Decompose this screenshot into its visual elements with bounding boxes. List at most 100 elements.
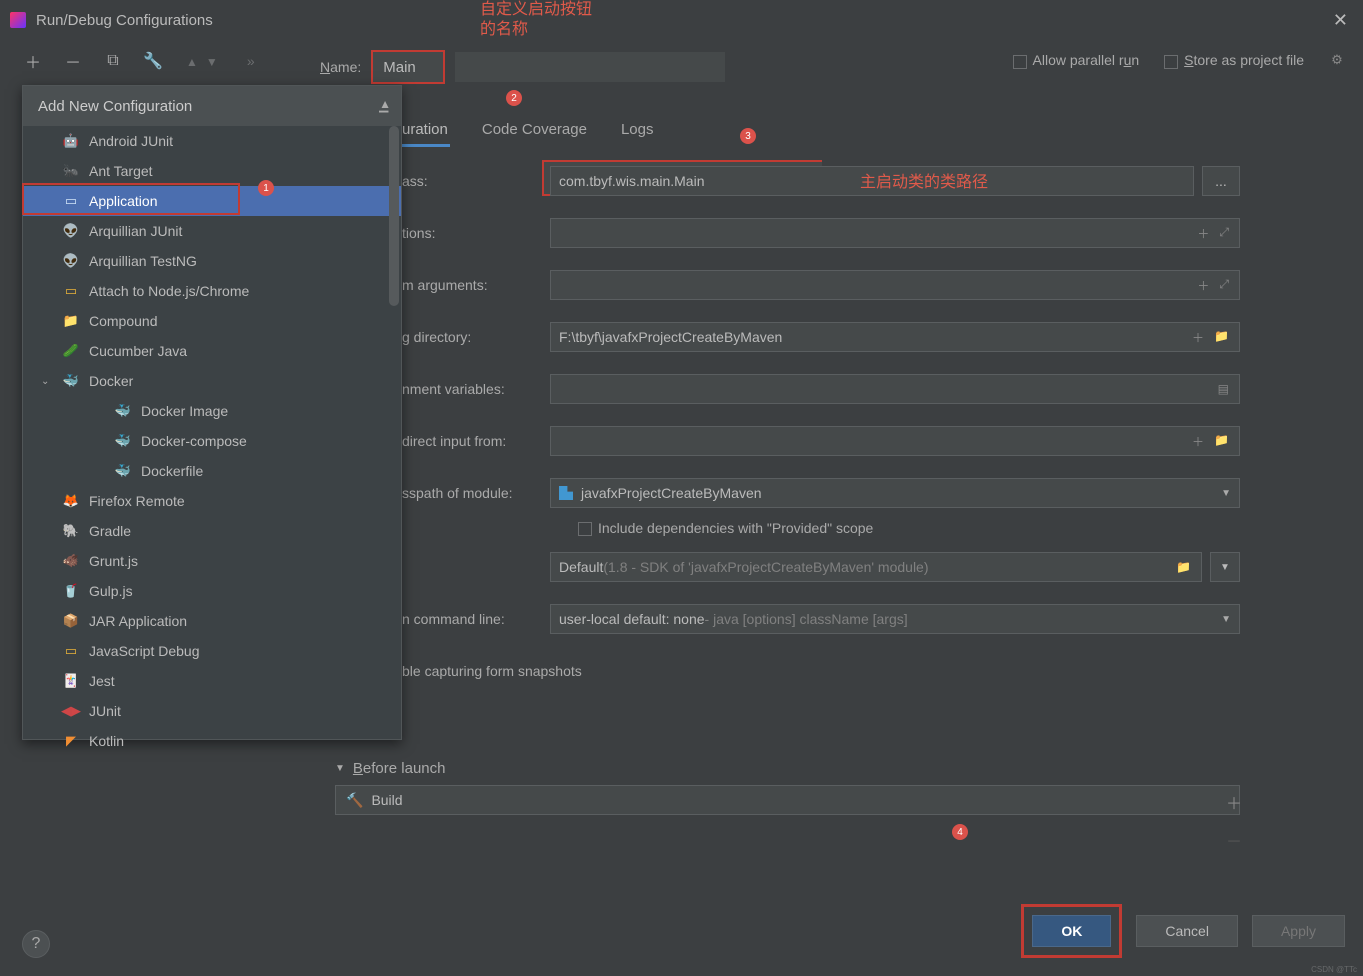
config-type-item[interactable]: 🐳 Dockerfile — [23, 456, 401, 486]
config-type-item[interactable]: 🐘Gradle — [23, 516, 401, 546]
config-type-item[interactable]: 📁Compound — [23, 306, 401, 336]
main-class-browse-button[interactable]: ... — [1202, 166, 1240, 196]
config-type-icon: 🥤 — [63, 583, 79, 599]
annotation-main-class: 主启动类的类路径 — [860, 168, 988, 192]
config-type-icon: 📁 — [63, 313, 79, 329]
config-type-label: Attach to Node.js/Chrome — [89, 283, 249, 299]
config-type-item[interactable]: ▭Application — [23, 186, 401, 216]
before-launch-item[interactable]: 🔨Build — [335, 785, 1240, 815]
vm-options-input[interactable] — [559, 225, 1195, 241]
app-icon — [10, 12, 26, 28]
chevron-down-icon: ⌄ — [41, 376, 49, 387]
config-type-item[interactable]: 🥒Cucumber Java — [23, 336, 401, 366]
config-type-item[interactable]: ▭JavaScript Debug — [23, 636, 401, 666]
redirect-input-field[interactable] — [559, 433, 1190, 449]
config-type-label: Dockerfile — [141, 463, 203, 479]
config-type-item[interactable]: ▭Attach to Node.js/Chrome — [23, 276, 401, 306]
jre-dropdown-button[interactable]: ▼ — [1210, 552, 1240, 582]
config-type-item[interactable]: 📦JAR Application — [23, 606, 401, 636]
move-down-icon[interactable]: ▼ — [206, 55, 218, 69]
close-icon[interactable]: ✕ — [1328, 10, 1353, 31]
config-type-item[interactable]: ◤Kotlin — [23, 726, 401, 756]
config-type-item[interactable]: 🐜Ant Target — [23, 156, 401, 186]
config-type-label: Firefox Remote — [89, 493, 185, 509]
config-type-icon: 🐳 — [115, 403, 131, 419]
config-type-item[interactable]: 🐳Docker-compose — [23, 426, 401, 456]
config-type-item[interactable]: 🥤Gulp.js — [23, 576, 401, 606]
badge-4: 4 — [952, 824, 968, 840]
shorten-cmd-dropdown[interactable]: user-local default: none - java [options… — [550, 604, 1240, 634]
config-type-item[interactable]: 🐗Grunt.js — [23, 546, 401, 576]
config-form: ass: 主启动类的类路径 ... tions: ＋⤢ m arguments:… — [340, 160, 1240, 702]
config-type-icon: 🦊 — [63, 493, 79, 509]
ok-button-highlight: OK — [1021, 904, 1122, 958]
ok-button[interactable]: OK — [1032, 915, 1111, 947]
config-type-item[interactable]: 🃏Jest — [23, 666, 401, 696]
config-type-label: Kotlin — [89, 733, 124, 749]
before-launch-header[interactable]: ▼Before launch — [335, 760, 1240, 777]
store-project-checkbox[interactable]: Store as project file — [1164, 52, 1304, 69]
title-bar: Run/Debug Configurations ✕ — [0, 0, 1363, 40]
popup-scrollbar[interactable] — [389, 126, 399, 306]
gear-icon[interactable]: ⚙ — [1329, 52, 1345, 68]
config-type-icon: ◀▶ — [63, 703, 79, 719]
remove-config-button[interactable]: － — [62, 50, 84, 72]
config-type-label: Ant Target — [89, 163, 153, 179]
name-input-highlight — [371, 50, 445, 84]
classpath-module-dropdown[interactable]: javafxProjectCreateByMaven▼ — [550, 478, 1240, 508]
copy-config-button[interactable]: ⧉ — [102, 50, 124, 72]
config-type-item[interactable]: 🦊 Firefox Remote — [23, 486, 401, 516]
config-type-item[interactable]: ⌄🐳Docker — [23, 366, 401, 396]
config-type-item[interactable]: ◀▶ JUnit — [23, 696, 401, 726]
before-launch-section: ▼Before launch 🔨Build ＋ － — [335, 760, 1240, 815]
config-type-item[interactable]: 🐳 Docker Image — [23, 396, 401, 426]
top-toolbar: ＋ － ⧉ 🔧 ▲▼ » NName:ame: Allow parallel r… — [0, 40, 1363, 85]
env-vars-input[interactable] — [559, 381, 1216, 397]
config-type-item[interactable]: 🤖Android JUnit — [23, 126, 401, 156]
config-type-label: JAR Application — [89, 613, 187, 629]
config-type-icon: 🐳 — [115, 463, 131, 479]
config-type-label: JUnit — [89, 703, 121, 719]
name-input-inner[interactable] — [373, 52, 443, 82]
config-type-label: Application — [89, 193, 158, 209]
add-icon[interactable]: ＋ — [1190, 329, 1206, 346]
working-dir-input[interactable] — [559, 329, 1190, 345]
config-type-list: 🤖Android JUnit🐜Ant Target▭Application👽Ar… — [23, 126, 401, 756]
config-type-item[interactable]: 👽Arquillian JUnit — [23, 216, 401, 246]
list-icon[interactable]: ▤ — [1216, 382, 1231, 396]
folder-icon[interactable]: 📁 — [1212, 433, 1231, 450]
tab-logs[interactable]: Logs — [619, 115, 656, 147]
tab-code-coverage[interactable]: Code Coverage — [480, 115, 589, 147]
config-type-icon: 👽 — [63, 253, 79, 269]
collapse-icon[interactable]: ▲▔ — [379, 97, 391, 125]
add-icon[interactable]: ＋ — [1190, 433, 1206, 450]
add-before-launch-button[interactable]: ＋ — [1226, 790, 1242, 814]
help-button[interactable]: ? — [22, 930, 50, 958]
expand-icon[interactable]: ⤢ — [1217, 225, 1231, 242]
config-type-icon: 🤖 — [63, 133, 79, 149]
add-icon[interactable]: ＋ — [1195, 225, 1211, 242]
annotation-custom-name: 自定义启动按钮 的名称 — [480, 0, 592, 40]
allow-parallel-checkbox[interactable]: Allow parallel run — [1013, 52, 1140, 69]
config-type-label: Gradle — [89, 523, 131, 539]
add-icon[interactable]: ＋ — [1195, 277, 1211, 294]
cancel-button[interactable]: Cancel — [1136, 915, 1238, 947]
apply-button[interactable]: Apply — [1252, 915, 1345, 947]
include-provided-checkbox[interactable]: Include dependencies with "Provided" sco… — [578, 520, 873, 536]
folder-icon[interactable]: 📁 — [1212, 329, 1231, 346]
program-args-input[interactable] — [559, 277, 1195, 293]
wrench-icon[interactable]: 🔧 — [142, 50, 164, 72]
move-up-icon[interactable]: ▲ — [186, 55, 198, 69]
config-type-icon: 🐳 — [115, 433, 131, 449]
more-icon[interactable]: » — [240, 50, 262, 72]
dialog-buttons: OK Cancel Apply — [1021, 904, 1345, 958]
config-type-label: Docker Image — [141, 403, 228, 419]
name-input-rest[interactable] — [455, 52, 725, 82]
config-type-item[interactable]: 👽Arquillian TestNG — [23, 246, 401, 276]
jre-dropdown[interactable]: Default (1.8 - SDK of 'javafxProjectCrea… — [550, 552, 1202, 582]
remove-before-launch-button[interactable]: － — [1226, 828, 1242, 852]
expand-icon[interactable]: ⤢ — [1217, 277, 1231, 294]
folder-icon[interactable]: 📁 — [1174, 560, 1193, 574]
add-config-button[interactable]: ＋ — [22, 50, 44, 72]
chevron-down-icon: ▼ — [1221, 488, 1231, 499]
